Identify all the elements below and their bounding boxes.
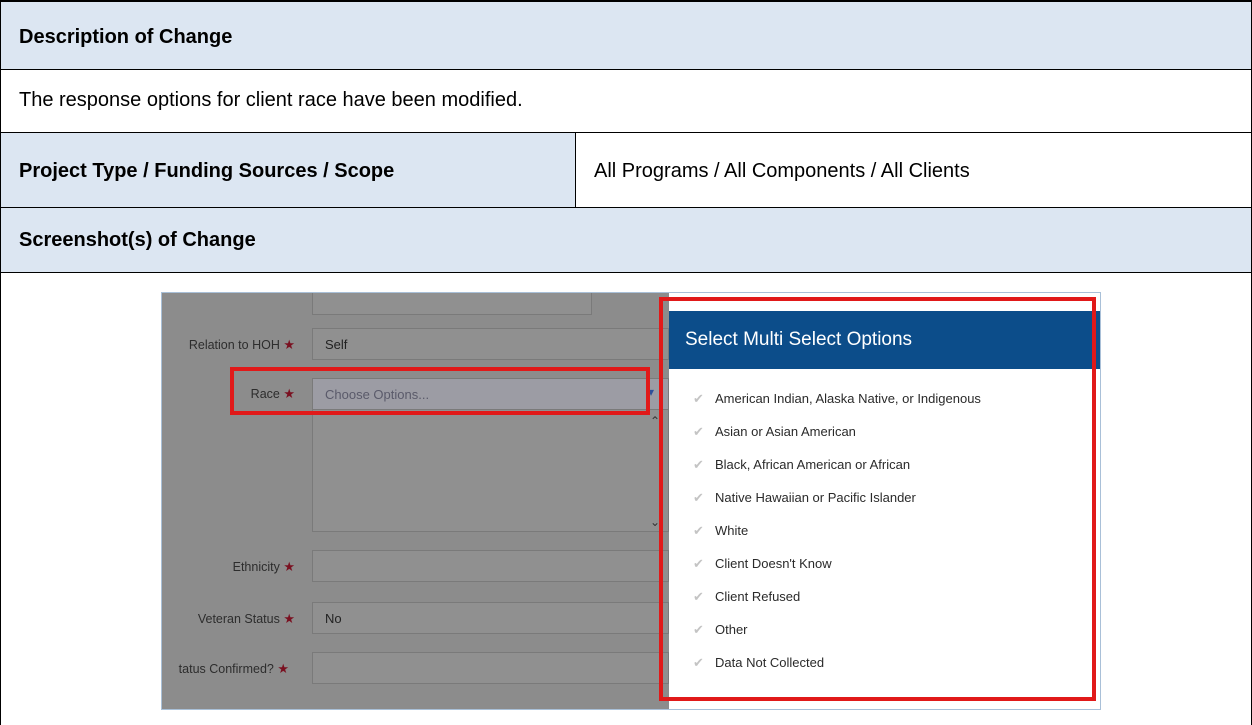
description-header-row: Description of Change xyxy=(0,0,1252,70)
race-listbox[interactable]: ⌃ ⌄ xyxy=(312,409,669,532)
relation-label: Relation to HOH ★ xyxy=(188,337,295,352)
embedded-screenshot: Relation to HOH ★ Self Race ★ Choose Opt… xyxy=(161,292,1101,710)
veteran-field[interactable]: No xyxy=(312,602,669,634)
scope-value-cell: All Programs / All Components / All Clie… xyxy=(575,132,1252,208)
description-row: The response options for client race hav… xyxy=(0,69,1252,133)
client-form: Relation to HOH ★ Self Race ★ Choose Opt… xyxy=(162,293,669,709)
scope-row: Project Type / Funding Sources / Scope A… xyxy=(0,132,1252,208)
status-confirmed-field[interactable] xyxy=(312,652,669,684)
multi-select-modal: Select Multi Select Options ✔ American In… xyxy=(659,293,1100,709)
scope-label: Project Type / Funding Sources / Scope xyxy=(19,160,395,182)
modal-highlight-box xyxy=(659,297,1096,701)
change-document-table: Description of Change The response optio… xyxy=(0,0,1252,725)
relation-value: Self xyxy=(325,337,348,352)
top-field-partial xyxy=(312,293,592,315)
description-text: The response options for client race hav… xyxy=(19,89,523,111)
relation-field[interactable]: Self xyxy=(312,328,669,360)
ethnicity-label: Ethnicity ★ xyxy=(232,559,295,574)
screenshot-row: Relation to HOH ★ Self Race ★ Choose Opt… xyxy=(0,272,1252,725)
race-highlight-box xyxy=(230,367,650,415)
veteran-value: No xyxy=(325,611,342,626)
scope-value: All Programs / All Components / All Clie… xyxy=(594,160,970,182)
ethnicity-field[interactable] xyxy=(312,550,669,582)
screenshot-header: Screenshot(s) of Change xyxy=(19,229,256,251)
description-header: Description of Change xyxy=(19,26,233,48)
screenshot-header-row: Screenshot(s) of Change xyxy=(0,207,1252,273)
scope-label-cell: Project Type / Funding Sources / Scope xyxy=(0,132,576,208)
status-confirmed-label: tatus Confirmed? ★ xyxy=(178,661,289,676)
veteran-label: Veteran Status ★ xyxy=(197,611,295,626)
